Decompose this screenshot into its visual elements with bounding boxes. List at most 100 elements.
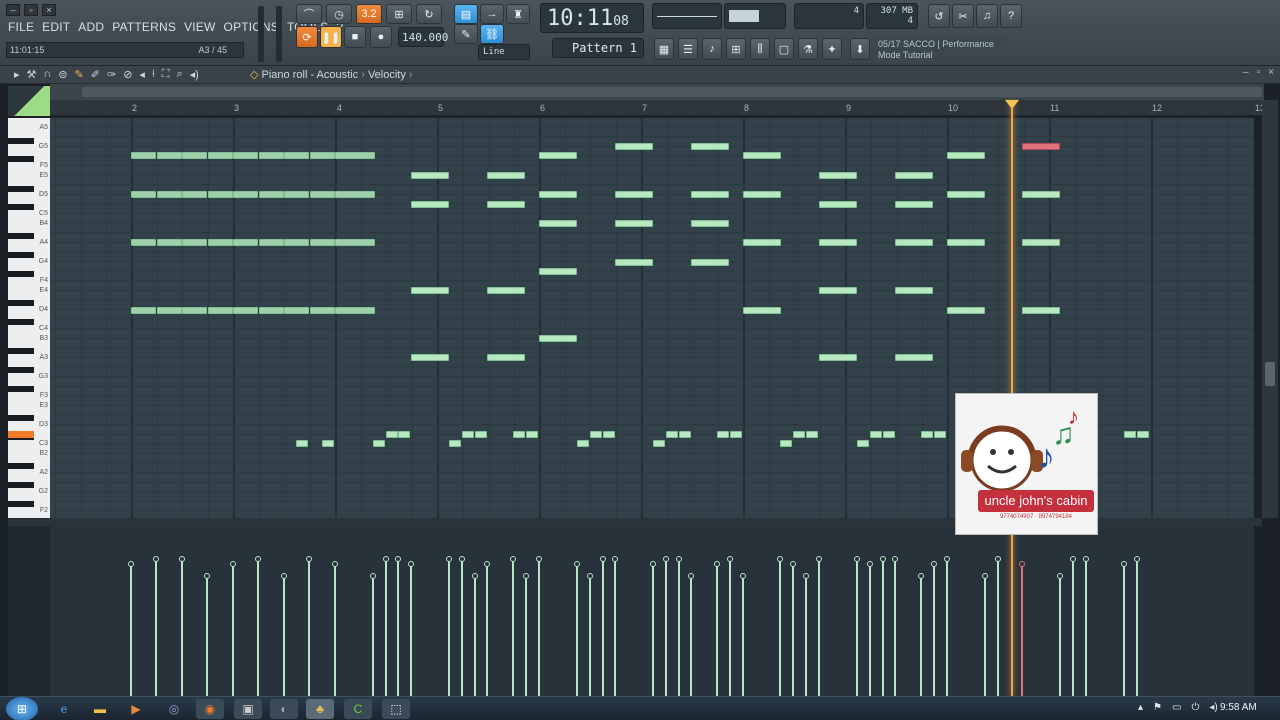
step-edit-button[interactable]: ⊞ (386, 4, 412, 24)
cut-icon[interactable]: ✂ (952, 4, 974, 28)
note[interactable] (895, 201, 933, 208)
note[interactable] (806, 431, 818, 438)
note[interactable] (947, 307, 985, 314)
minimize-icon[interactable]: – (6, 4, 20, 16)
black-key[interactable] (8, 482, 34, 488)
black-key[interactable] (8, 186, 34, 192)
note[interactable] (322, 440, 334, 447)
velocity-selector[interactable]: Velocity (368, 69, 406, 81)
black-key[interactable] (8, 367, 34, 373)
channel-rack-icon[interactable]: ☰ (678, 38, 698, 60)
ie-icon[interactable]: e (50, 699, 78, 719)
note[interactable] (539, 268, 577, 275)
note[interactable] (895, 172, 933, 179)
black-key[interactable] (8, 204, 34, 210)
clock[interactable]: 9:58 AM (1220, 702, 1257, 713)
note[interactable] (411, 172, 449, 179)
note[interactable] (284, 191, 309, 198)
stop-button[interactable]: ■ (344, 26, 366, 48)
note[interactable] (335, 307, 375, 314)
note[interactable] (233, 307, 258, 314)
note[interactable] (653, 440, 665, 447)
wrench-icon[interactable]: ⚒ (27, 68, 37, 81)
menu-edit[interactable]: EDIT (42, 20, 70, 36)
note[interactable] (156, 152, 182, 159)
stamp-icon[interactable]: ♜ (506, 4, 530, 24)
black-key[interactable] (8, 415, 34, 421)
note[interactable] (207, 152, 233, 159)
note[interactable] (819, 287, 857, 294)
note[interactable] (258, 152, 284, 159)
note[interactable] (398, 431, 410, 438)
note[interactable] (691, 143, 729, 150)
media-player-icon[interactable]: ▶ (122, 699, 150, 719)
note[interactable] (462, 431, 474, 438)
arrow-menu-icon[interactable]: ▸ (14, 68, 20, 81)
note[interactable] (717, 431, 729, 438)
typing-keyboard-button[interactable]: 3.2 (356, 4, 382, 24)
app-icon-1[interactable]: ◎ (160, 699, 188, 719)
note[interactable] (309, 239, 335, 246)
firefox-icon[interactable]: ◉ (196, 699, 224, 719)
note[interactable] (449, 440, 461, 447)
loop-icon[interactable]: ⟳ (296, 26, 318, 48)
file-icon[interactable]: ▢ (774, 38, 794, 60)
note[interactable] (309, 152, 335, 159)
note[interactable] (539, 152, 577, 159)
note[interactable] (921, 431, 933, 438)
note[interactable] (182, 307, 207, 314)
note[interactable] (870, 431, 882, 438)
note[interactable] (386, 431, 398, 438)
pr-close-icon[interactable]: × (1268, 67, 1274, 78)
note[interactable] (883, 431, 895, 438)
note[interactable] (539, 335, 577, 342)
note[interactable] (182, 152, 207, 159)
note[interactable] (131, 239, 156, 246)
note[interactable] (615, 143, 653, 150)
note[interactable] (691, 259, 729, 266)
note[interactable] (819, 201, 857, 208)
note[interactable] (513, 431, 525, 438)
note[interactable] (296, 440, 308, 447)
microphone-icon[interactable]: ♫ (976, 4, 998, 28)
black-key[interactable] (8, 386, 34, 392)
black-key[interactable] (8, 138, 34, 144)
app-icon-4[interactable]: ⬚ (382, 699, 410, 719)
playhead-marker-icon[interactable] (1005, 100, 1019, 109)
note[interactable] (743, 239, 781, 246)
black-key[interactable] (8, 463, 34, 469)
note[interactable] (335, 191, 375, 198)
note[interactable] (258, 191, 284, 198)
camtasia-icon[interactable]: C (344, 699, 372, 719)
note[interactable] (258, 239, 284, 246)
piano-keyboard[interactable]: A5 G5 F5 E5 D5 C5 B4 A4 G4 F4 E4 D4 C4 B3 A3 G3 F3 E3 D3 C3… (8, 118, 50, 518)
note[interactable] (487, 354, 525, 361)
timeline-ruler[interactable]: 2 3 4 5 6 7 8 9 10 11 12 13 (50, 100, 1265, 116)
mute-icon[interactable]: ◂ (139, 68, 145, 81)
note[interactable] (1022, 239, 1060, 246)
note[interactable] (743, 152, 781, 159)
note[interactable] (487, 201, 525, 208)
start-button[interactable]: ⊞ (6, 697, 38, 720)
note[interactable] (373, 440, 385, 447)
note[interactable] (411, 287, 449, 294)
black-key[interactable] (8, 271, 34, 277)
note[interactable] (539, 220, 577, 227)
note[interactable] (793, 431, 805, 438)
note[interactable] (284, 307, 309, 314)
slice-icon[interactable]: ⟊ (152, 68, 155, 81)
note[interactable] (284, 239, 309, 246)
menu-patterns[interactable]: PATTERNS (112, 20, 176, 36)
note[interactable] (743, 307, 781, 314)
help-icon[interactable]: ? (1000, 4, 1022, 28)
note[interactable] (258, 307, 284, 314)
flag-icon[interactable]: ⚑ (1153, 702, 1162, 713)
note[interactable] (475, 431, 487, 438)
note[interactable] (819, 239, 857, 246)
note[interactable] (335, 239, 375, 246)
black-key[interactable] (8, 348, 34, 354)
paint-icon[interactable]: ✑ (107, 68, 116, 81)
note[interactable] (131, 152, 156, 159)
note[interactable] (284, 152, 309, 159)
note[interactable] (615, 191, 653, 198)
